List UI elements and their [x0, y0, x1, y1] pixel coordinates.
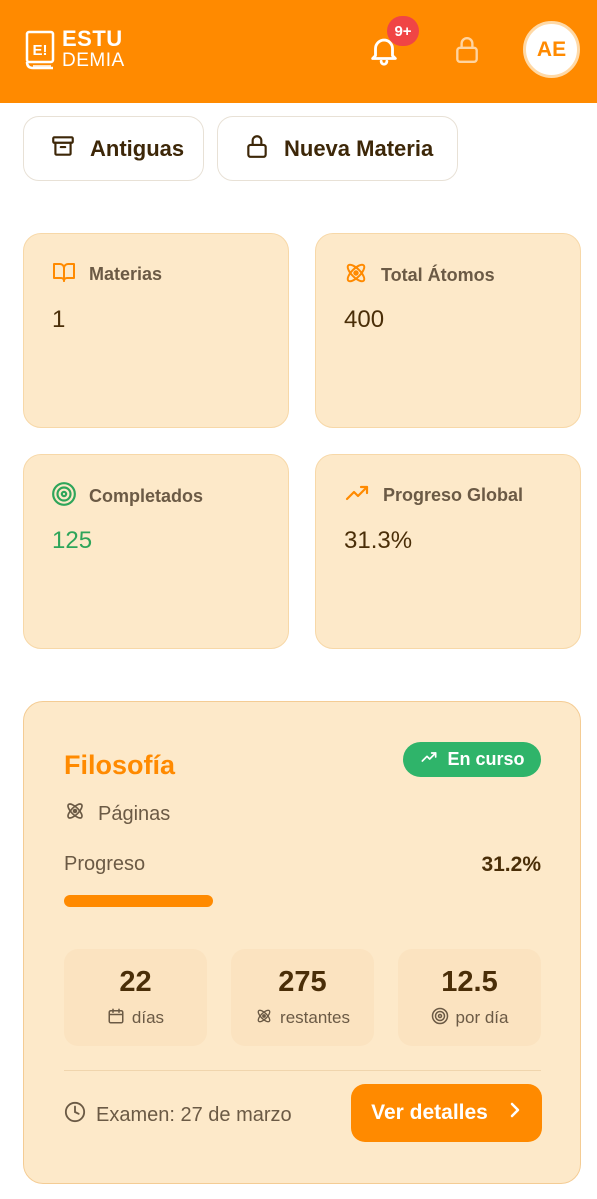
- progress-value: 31.2%: [481, 853, 541, 876]
- target-icon: [51, 481, 77, 512]
- trending-up-icon: [343, 481, 371, 510]
- stat-label: Materias: [89, 264, 163, 284]
- notification-badge: 9+: [387, 16, 419, 46]
- atom-icon: [64, 800, 86, 828]
- metric-caption: restantes: [280, 1008, 350, 1027]
- subject-type-label: Páginas: [98, 802, 171, 825]
- stat-card-completados: Completados 125: [23, 454, 289, 649]
- logo-title: ESTU: [62, 26, 123, 51]
- user-avatar[interactable]: AE: [523, 21, 580, 78]
- atom-icon: [255, 1007, 273, 1030]
- stat-value: 31.3%: [344, 527, 413, 554]
- app-header: E! ESTU DEMIA 9+ AE: [0, 0, 597, 103]
- lock-icon: [244, 133, 270, 165]
- chevron-right-icon: [508, 1101, 522, 1125]
- exam-date: Examen: 27 de marzo: [64, 1101, 292, 1129]
- ver-detalles-button[interactable]: Ver detalles: [351, 1084, 542, 1142]
- lock-icon[interactable]: [454, 36, 480, 64]
- calendar-icon: [107, 1007, 125, 1030]
- stat-label: Completados: [89, 486, 204, 506]
- logo-mark-text: E!: [33, 42, 48, 59]
- stat-label: Progreso Global: [383, 485, 524, 505]
- ver-detalles-label: Ver detalles: [371, 1101, 488, 1124]
- atom-icon: [343, 260, 369, 291]
- subject-card[interactable]: Filosofía En curso Páginas Progreso 31.2…: [23, 701, 581, 1184]
- logo-subtitle: DEMIA: [62, 50, 125, 71]
- exam-date-text: Examen: 27 de marzo: [96, 1103, 292, 1126]
- trending-up-icon: [419, 749, 439, 770]
- progress-label: Progreso: [64, 853, 146, 875]
- metric-dias: 22 días: [64, 949, 207, 1046]
- progress-bar: [64, 895, 541, 907]
- metric-por-dia: 12.5 por día: [398, 949, 541, 1046]
- antiguas-button[interactable]: Antiguas: [23, 116, 204, 181]
- stat-value: 1: [52, 306, 66, 333]
- metric-value: 275: [278, 965, 327, 998]
- metric-value: 12.5: [441, 965, 498, 998]
- stat-value: 125: [52, 527, 93, 554]
- archive-icon: [50, 133, 76, 165]
- progress-bar-fill: [64, 895, 213, 907]
- app-logo[interactable]: E! ESTU DEMIA: [24, 28, 125, 72]
- nueva-materia-button[interactable]: Nueva Materia: [217, 116, 458, 181]
- metric-restantes: 275 restantes: [231, 949, 374, 1046]
- stat-card-total-atomos: Total Átomos 400: [315, 233, 581, 428]
- nueva-materia-label: Nueva Materia: [284, 135, 434, 161]
- book-open-icon: [51, 260, 77, 289]
- target-icon: [431, 1007, 449, 1030]
- subject-type: Páginas: [64, 800, 170, 828]
- divider: [64, 1070, 541, 1071]
- status-label: En curso: [447, 749, 525, 769]
- subject-title: Filosofía: [64, 750, 176, 780]
- metric-value: 22: [119, 965, 152, 998]
- clock-icon: [64, 1101, 86, 1129]
- metric-caption: por día: [455, 1008, 509, 1027]
- stat-label: Total Átomos: [381, 265, 495, 285]
- status-badge: En curso: [403, 742, 541, 777]
- metric-caption: días: [131, 1008, 165, 1027]
- stat-card-materias: Materias 1: [23, 233, 289, 428]
- stat-value: 400: [344, 306, 385, 333]
- antiguas-label: Antiguas: [90, 135, 185, 161]
- book-logo-icon: E!: [24, 28, 56, 72]
- stat-card-progreso-global: Progreso Global 31.3%: [315, 454, 581, 649]
